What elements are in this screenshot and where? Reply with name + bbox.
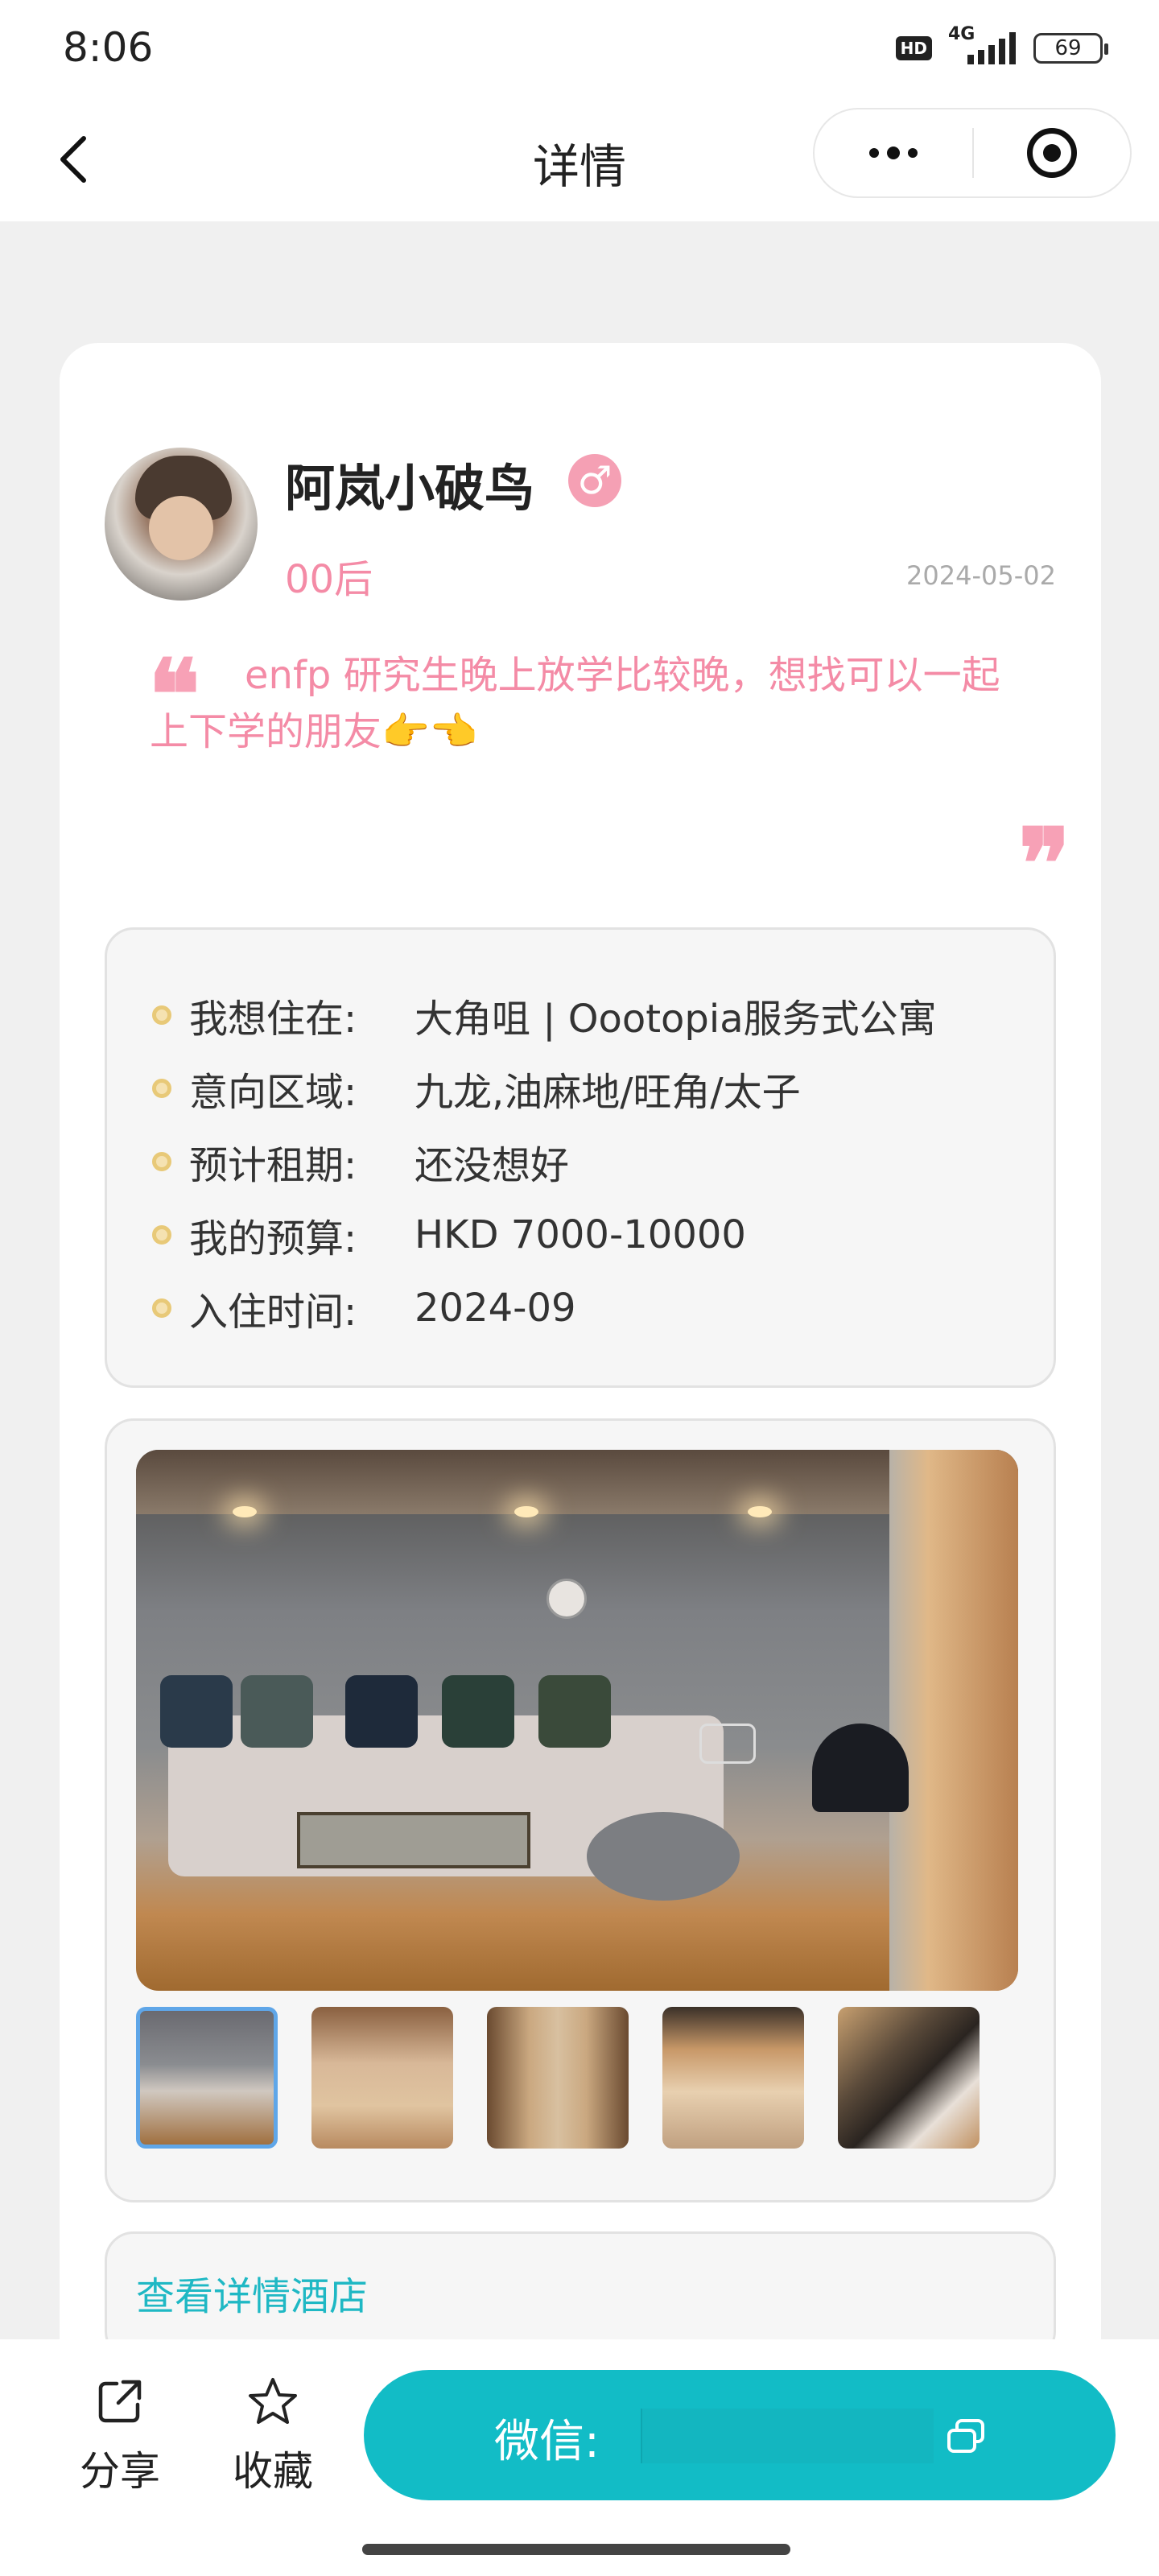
- thumbnail-3[interactable]: [487, 2007, 629, 2149]
- info-label: 意向区域:: [189, 1069, 357, 1115]
- share-label: 分享: [80, 2448, 160, 2495]
- info-label: 我想住在:: [189, 996, 357, 1042]
- bullet-icon: [152, 1224, 171, 1245]
- wechat-contact-button[interactable]: 微信:: [364, 2370, 1116, 2500]
- signal-icon: 4G: [947, 24, 1019, 68]
- home-indicator[interactable]: [362, 2544, 790, 2555]
- avatar[interactable]: [105, 448, 258, 601]
- copy-button[interactable]: [934, 2409, 998, 2463]
- info-value: 九龙,油麻地/旺角/太子: [415, 1069, 801, 1115]
- bullet-icon: [152, 1151, 171, 1171]
- bullet-icon: [152, 1078, 171, 1098]
- bottom-action-bar: 分享 收藏 微信:: [0, 2339, 1159, 2576]
- post-date: 2024-05-02: [906, 560, 1056, 591]
- bullet-icon: [152, 1298, 171, 1318]
- info-row-lease: 预计租期: 还没想好: [152, 1125, 1054, 1198]
- info-value: 2024-09: [415, 1285, 576, 1331]
- close-button[interactable]: [974, 109, 1130, 196]
- nav-bar: 详情: [0, 105, 1159, 221]
- favorite-label: 收藏: [233, 2448, 313, 2495]
- wechat-label: 微信:: [494, 2416, 600, 2468]
- info-label: 预计租期:: [189, 1142, 357, 1188]
- thumbnail-2[interactable]: [311, 2007, 453, 2149]
- copy-icon: [947, 2419, 984, 2453]
- hd-badge: HD: [895, 36, 932, 60]
- info-label: 入住时间:: [189, 1289, 357, 1335]
- info-row-area: 意向区域: 九龙,油麻地/旺角/太子: [152, 1051, 1054, 1125]
- age-tag: 00后: [285, 557, 373, 602]
- info-row-movein: 入住时间: 2024-09: [152, 1271, 1054, 1344]
- info-row-location: 我想住在: 大角咀 | Oootopia服务式公寓: [152, 978, 1054, 1051]
- wechat-id-field: [641, 2409, 934, 2463]
- favorite-button[interactable]: 收藏: [212, 2373, 333, 2497]
- male-gender-icon: ♂: [568, 454, 621, 507]
- status-time: 8:06: [63, 24, 154, 71]
- thumbnail-1[interactable]: [136, 2007, 278, 2149]
- user-name: 阿岚小破鸟: [285, 459, 535, 518]
- star-icon: [249, 2378, 297, 2424]
- more-button[interactable]: [815, 109, 972, 196]
- battery-level: 69: [1054, 36, 1082, 60]
- close-target-icon: [1027, 128, 1077, 178]
- thumbnail-5[interactable]: [838, 2007, 980, 2149]
- info-value: 大角咀 | Oootopia服务式公寓: [415, 996, 937, 1042]
- battery-icon: 69: [1033, 33, 1108, 64]
- share-button[interactable]: 分享: [60, 2373, 180, 2497]
- info-row-budget: 我的预算: HKD 7000-10000: [152, 1198, 1054, 1271]
- thumbnail-strip: [136, 2007, 980, 2149]
- share-icon: [98, 2380, 142, 2423]
- thumbnail-4[interactable]: [662, 2007, 804, 2149]
- main-photo[interactable]: [136, 1450, 1018, 1991]
- mini-program-capsule: [813, 108, 1132, 198]
- photo-gallery: [105, 1418, 1056, 2202]
- intro-quote: enfp 研究生晚上放学比较晚，想找可以一起上下学的朋友👉👈: [150, 653, 1000, 754]
- info-value: HKD 7000-10000: [415, 1212, 746, 1257]
- info-label: 我的预算:: [189, 1216, 357, 1261]
- status-bar: 8:06 HD 4G 69: [0, 0, 1159, 105]
- more-dots-icon: [869, 148, 879, 158]
- quote-close-icon: ❞: [1018, 807, 1070, 921]
- bullet-icon: [152, 1005, 171, 1025]
- detail-card: 阿岚小破鸟 ♂ 00后 2024-05-02 ❝ enfp 研究生晚上放学比较晚…: [60, 343, 1101, 2436]
- status-icons: HD 4G 69: [895, 24, 1108, 68]
- view-hotel-link[interactable]: 查看详情酒店: [136, 2264, 368, 2321]
- info-value: 还没想好: [415, 1142, 570, 1188]
- requirements-box: 我想住在: 大角咀 | Oootopia服务式公寓 意向区域: 九龙,油麻地/旺…: [105, 927, 1056, 1388]
